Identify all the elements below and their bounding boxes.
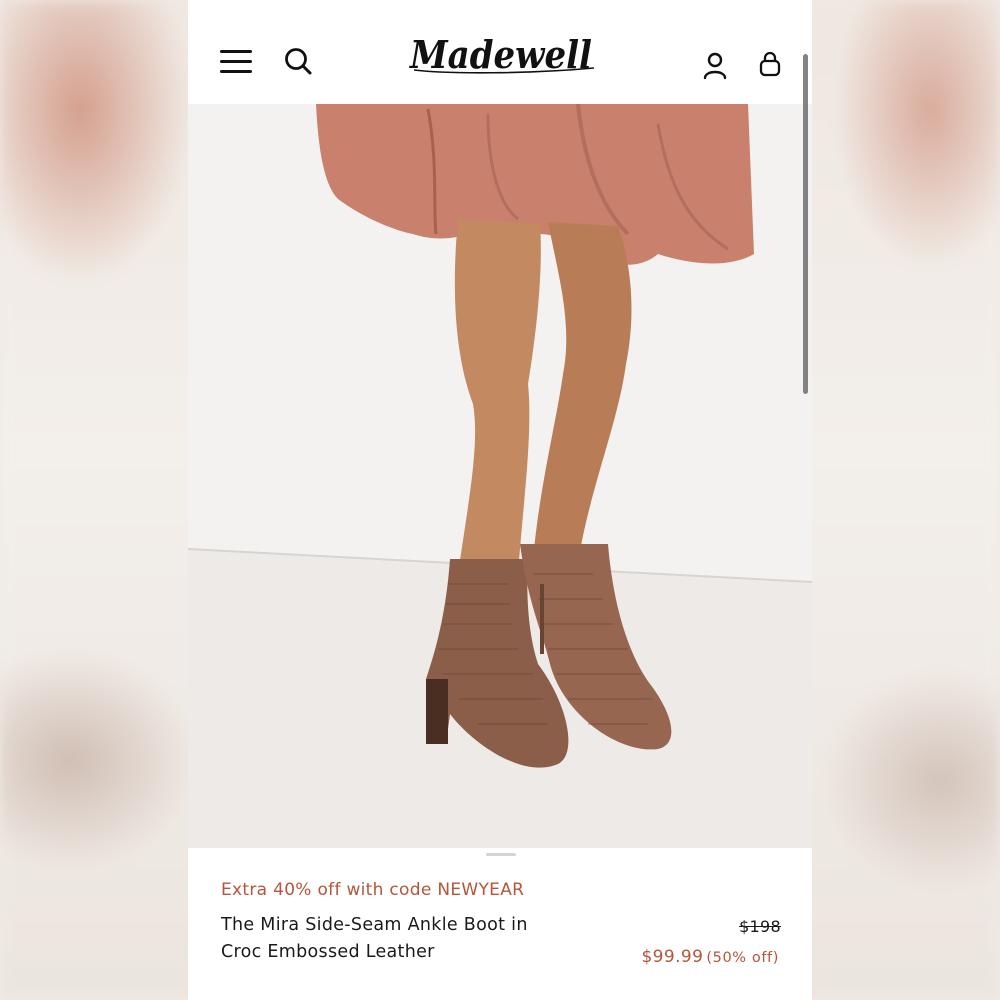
scrollbar[interactable]: [803, 54, 808, 394]
sale-price: $99.99: [641, 947, 704, 967]
drag-handle[interactable]: [486, 853, 516, 856]
product-title-line-2: Croc Embossed Leather: [221, 942, 435, 962]
sale-price-group: $99.99 (50% off): [641, 947, 779, 967]
phone-screen: Madewell Extra 40% off with code NEWYEAR…: [188, 0, 812, 1000]
site-header: Madewell: [188, 0, 812, 104]
product-title[interactable]: The Mira Side-Seam Ankle Boot in Croc Em…: [221, 912, 581, 966]
account-icon[interactable]: [702, 52, 728, 80]
product-image[interactable]: [188, 104, 812, 848]
promo-text: Extra 40% off with code NEWYEAR: [221, 880, 525, 900]
search-icon[interactable]: [284, 47, 314, 77]
discount-label: (50% off): [706, 950, 779, 966]
hamburger-menu-icon[interactable]: [220, 47, 254, 77]
product-info: Extra 40% off with code NEWYEAR The Mira…: [188, 848, 812, 1000]
shopping-bag-icon[interactable]: [758, 51, 782, 78]
original-price: $198: [739, 917, 781, 936]
madewell-logo[interactable]: Madewell: [408, 30, 598, 86]
product-title-line-1: The Mira Side-Seam Ankle Boot in: [221, 915, 528, 935]
